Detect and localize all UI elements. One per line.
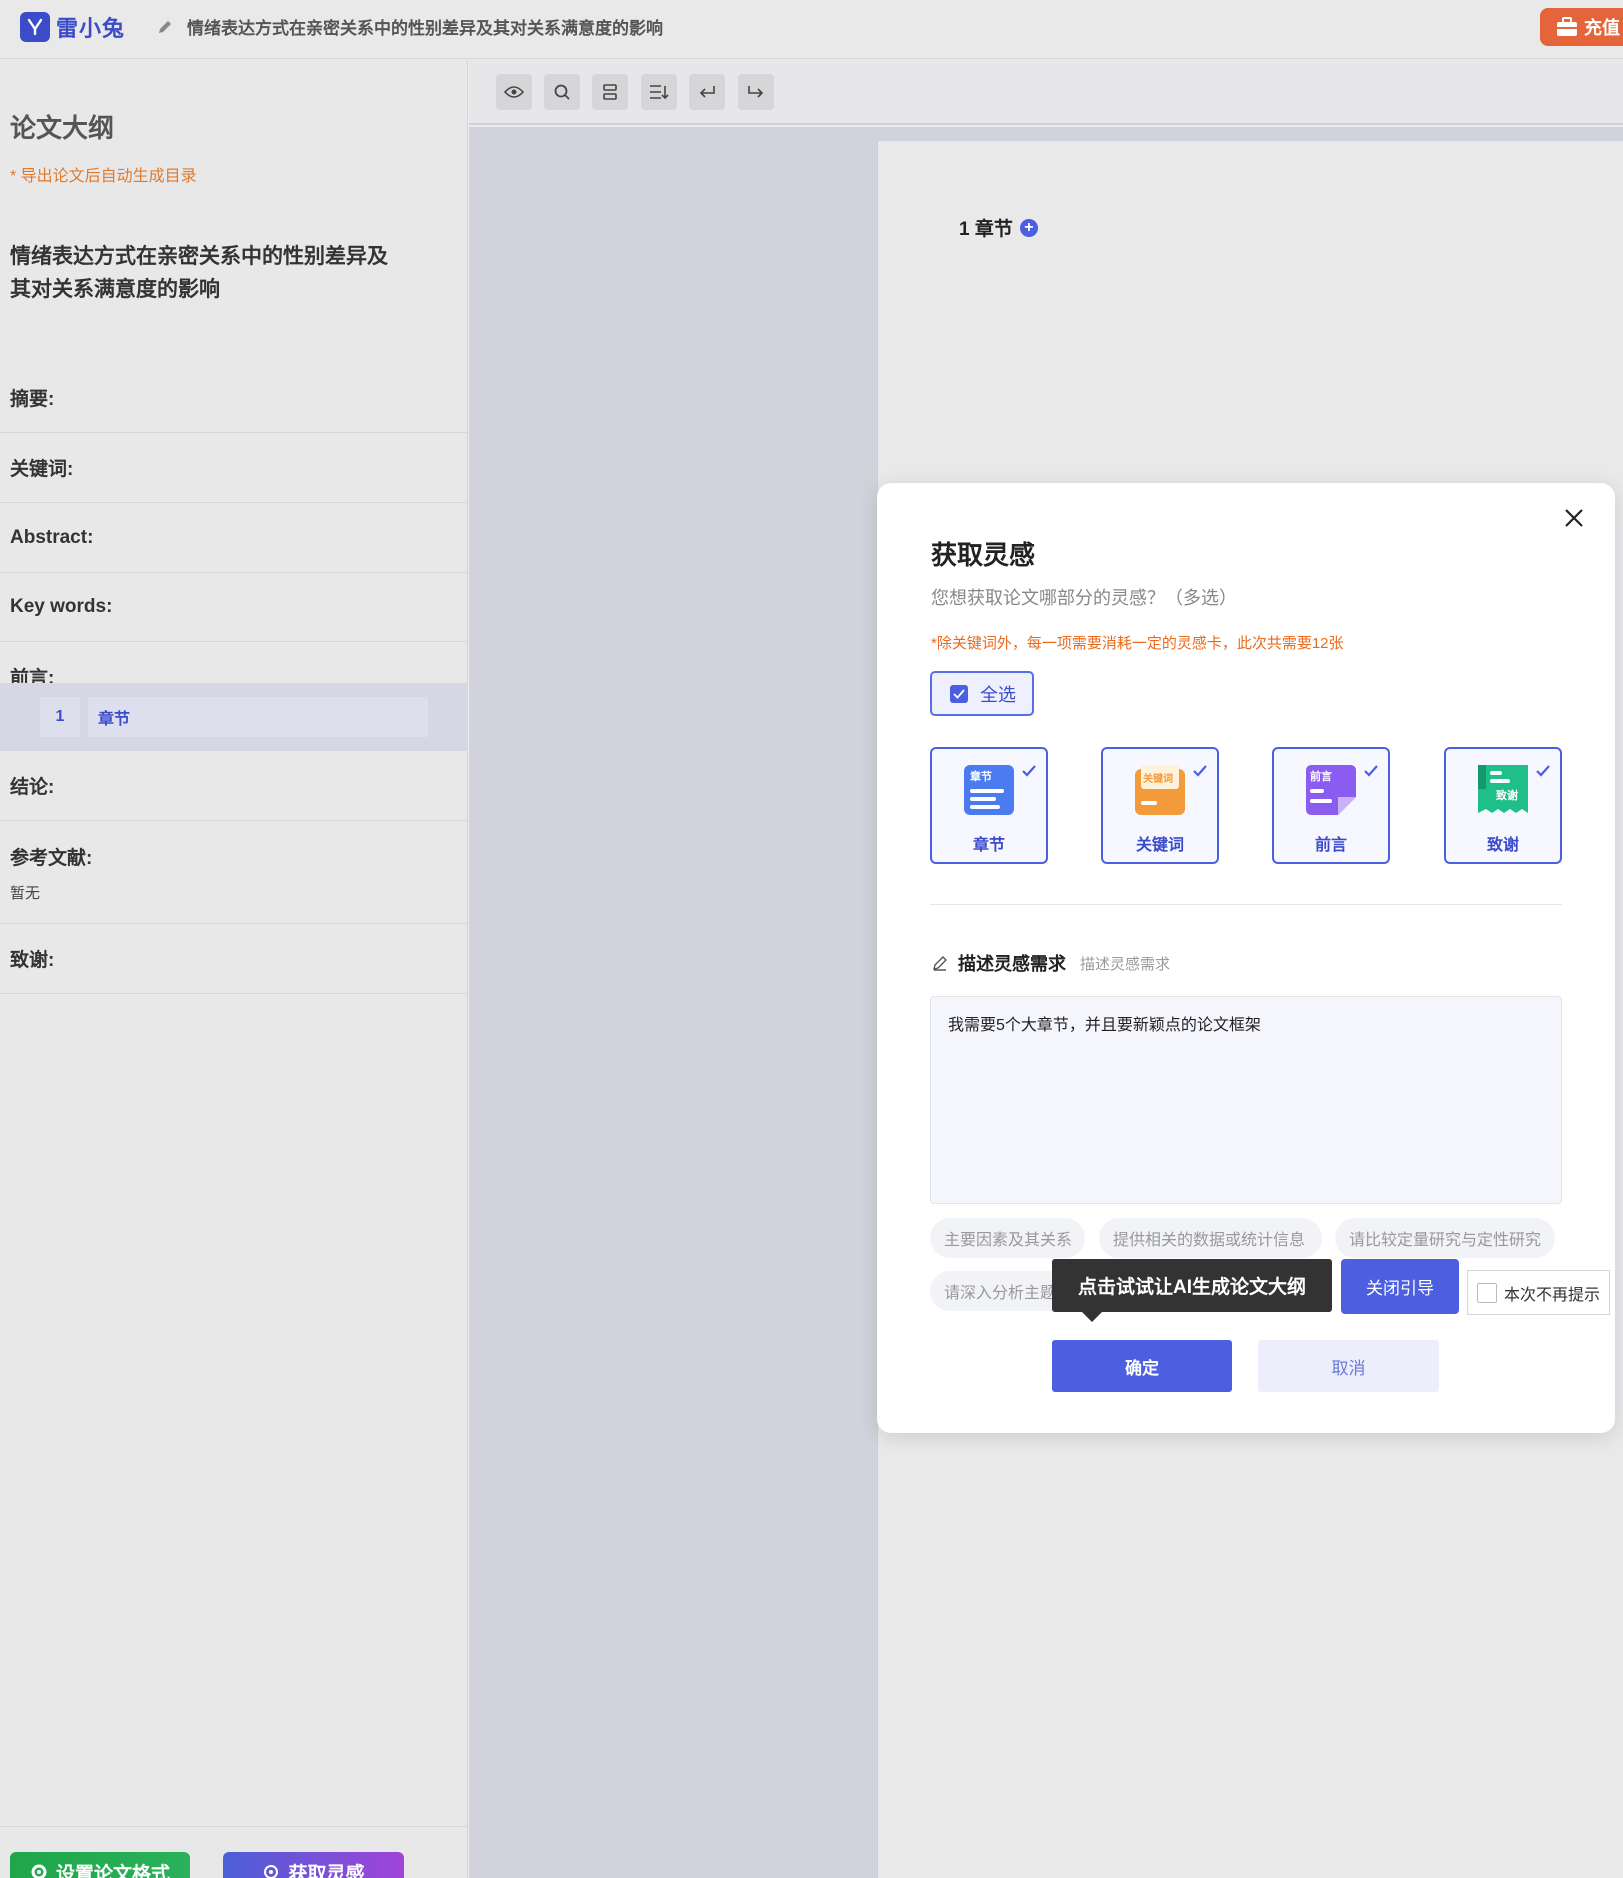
no-remind-checkbox[interactable]: 本次不再提示 bbox=[1467, 1270, 1610, 1315]
description-header: 描述灵感需求 描述灵感需求 bbox=[932, 950, 1170, 976]
eye-icon bbox=[504, 86, 524, 98]
check-icon bbox=[1364, 765, 1378, 777]
pencil-icon bbox=[159, 20, 171, 33]
dialog-title: 获取灵感 bbox=[931, 540, 1036, 570]
rabbit-logo-icon bbox=[20, 12, 50, 42]
option-card-acknowledgement[interactable]: 致谢 致谢 bbox=[1444, 747, 1562, 864]
checkbox-unchecked-icon bbox=[1477, 1282, 1497, 1303]
document-title[interactable]: 情绪表达方式在亲密关系中的性别差异及其对关系满意度的影响 bbox=[157, 14, 663, 39]
list-icon bbox=[650, 85, 669, 100]
option-card-label: 致谢 bbox=[1486, 837, 1519, 854]
close-guide-button[interactable]: 关闭引导 bbox=[1341, 1259, 1459, 1314]
references-value: 暂无 bbox=[10, 885, 41, 902]
section-conclusion[interactable]: 结论: bbox=[0, 751, 468, 821]
undo-button[interactable] bbox=[689, 74, 725, 110]
section-keywords-en[interactable]: Key words: bbox=[0, 572, 468, 642]
check-icon bbox=[1193, 765, 1207, 777]
redo-button[interactable] bbox=[738, 74, 774, 110]
dialog-warning: *除关键词外，每一项需要消耗一定的灵感卡，此次共需要12张 bbox=[931, 635, 1344, 652]
outline-heading: 论文大纲 bbox=[10, 113, 115, 143]
search-icon bbox=[554, 84, 570, 100]
outline-note: * 导出论文后自动生成目录 bbox=[10, 168, 197, 185]
option-card-label: 关键词 bbox=[1135, 837, 1184, 854]
paper-chapter-heading[interactable]: 1 章节 + bbox=[959, 214, 1038, 241]
section-acknowledgement[interactable]: 致谢: bbox=[0, 924, 468, 994]
outline-sidebar: 论文大纲 * 导出论文后自动生成目录 情绪表达方式在亲密关系中的性别差异及其对关… bbox=[0, 60, 468, 1878]
section-abstract-cn[interactable]: 摘要: bbox=[0, 363, 468, 433]
wallet-icon bbox=[1557, 17, 1577, 36]
inspiration-dialog: 获取灵感 您想获取论文哪部分的灵感？（多选） *除关键词外，每一项需要消耗一定的… bbox=[877, 483, 1615, 1433]
svg-text:致谢: 致谢 bbox=[1496, 788, 1518, 802]
select-all-checkbox[interactable]: 全选 bbox=[930, 671, 1034, 716]
app-name: 雷小兔 bbox=[56, 16, 126, 41]
chapter-label[interactable]: 章节 bbox=[88, 697, 428, 737]
chapter-row[interactable]: 1 章节 bbox=[0, 683, 468, 751]
check-icon bbox=[1022, 765, 1036, 777]
dialog-divider bbox=[930, 904, 1562, 905]
guide-tooltip: 点击试试让AI生成论文大纲 bbox=[1052, 1259, 1332, 1322]
undo-icon bbox=[699, 86, 715, 98]
redo-icon bbox=[748, 86, 764, 98]
inspiration-textarea[interactable]: 我需要5个大章节，并且要新颖点的论文框架 bbox=[930, 996, 1562, 1204]
svg-text:章节: 章节 bbox=[970, 769, 992, 783]
section-abstract-en[interactable]: Abstract: bbox=[0, 503, 468, 573]
check-icon bbox=[1536, 765, 1550, 777]
editor-toolbar bbox=[469, 60, 1623, 125]
set-format-button[interactable]: 设置论文格式 bbox=[10, 1852, 190, 1878]
chapter-doc-icon: 章节 bbox=[964, 765, 1014, 815]
option-card-chapter[interactable]: 章节 章节 bbox=[930, 747, 1048, 864]
suggestion-chip[interactable]: 提供相关的数据或统计信息 bbox=[1099, 1218, 1322, 1258]
preface-doc-icon: 前言 bbox=[1306, 765, 1356, 815]
gear-icon bbox=[264, 1865, 279, 1878]
option-card-keywords[interactable]: 关键词 关键词 bbox=[1101, 747, 1219, 864]
sidebar-divider bbox=[0, 1826, 468, 1827]
chapter-number[interactable]: 1 bbox=[40, 697, 80, 737]
description-hint: 描述灵感需求 bbox=[1080, 955, 1171, 973]
recharge-label: 充值 bbox=[1584, 18, 1620, 38]
recharge-button[interactable]: 充值 bbox=[1540, 8, 1623, 46]
layout-button[interactable] bbox=[592, 74, 628, 110]
checkbox-checked-icon bbox=[950, 684, 968, 703]
description-title: 描述灵感需求 bbox=[958, 954, 1066, 974]
option-card-label: 前言 bbox=[1314, 837, 1347, 854]
option-card-label: 章节 bbox=[972, 837, 1005, 854]
svg-text:前言: 前言 bbox=[1310, 769, 1332, 783]
confirm-button[interactable]: 确定 bbox=[1052, 1340, 1232, 1392]
app-logo[interactable]: 雷小兔 bbox=[20, 11, 125, 43]
get-inspiration-button[interactable]: 获取灵感 bbox=[223, 1852, 404, 1878]
acknowledgement-ticket-icon: 致谢 bbox=[1478, 765, 1528, 813]
keywords-envelope-icon: 关键词 bbox=[1135, 765, 1185, 815]
svg-text:关键词: 关键词 bbox=[1143, 772, 1173, 785]
close-icon[interactable] bbox=[1563, 507, 1585, 529]
option-card-preface[interactable]: 前言 前言 bbox=[1272, 747, 1390, 864]
add-chapter-icon[interactable]: + bbox=[1019, 218, 1038, 237]
dialog-subtitle: 您想获取论文哪部分的灵感？（多选） bbox=[931, 588, 1237, 608]
section-references[interactable]: 参考文献: bbox=[0, 821, 468, 924]
cancel-button[interactable]: 取消 bbox=[1258, 1340, 1439, 1392]
search-button[interactable] bbox=[544, 74, 580, 110]
suggestion-chip[interactable]: 请比较定量研究与定性研究 bbox=[1335, 1218, 1555, 1258]
gear-icon bbox=[31, 1864, 47, 1878]
top-bar: 雷小兔 情绪表达方式在亲密关系中的性别差异及其对关系满意度的影响 充值 bbox=[0, 0, 1623, 59]
layout-icon bbox=[603, 84, 617, 100]
suggestion-chip[interactable]: 主要因素及其关系 bbox=[930, 1218, 1085, 1258]
preview-button[interactable] bbox=[496, 74, 532, 110]
section-keywords-cn[interactable]: 关键词: bbox=[0, 433, 468, 503]
thesis-title[interactable]: 情绪表达方式在亲密关系中的性别差异及其对关系满意度的影响 bbox=[10, 240, 390, 306]
pencil-icon bbox=[933, 956, 947, 971]
list-button[interactable] bbox=[641, 74, 677, 110]
document-title-text: 情绪表达方式在亲密关系中的性别差异及其对关系满意度的影响 bbox=[187, 19, 663, 38]
